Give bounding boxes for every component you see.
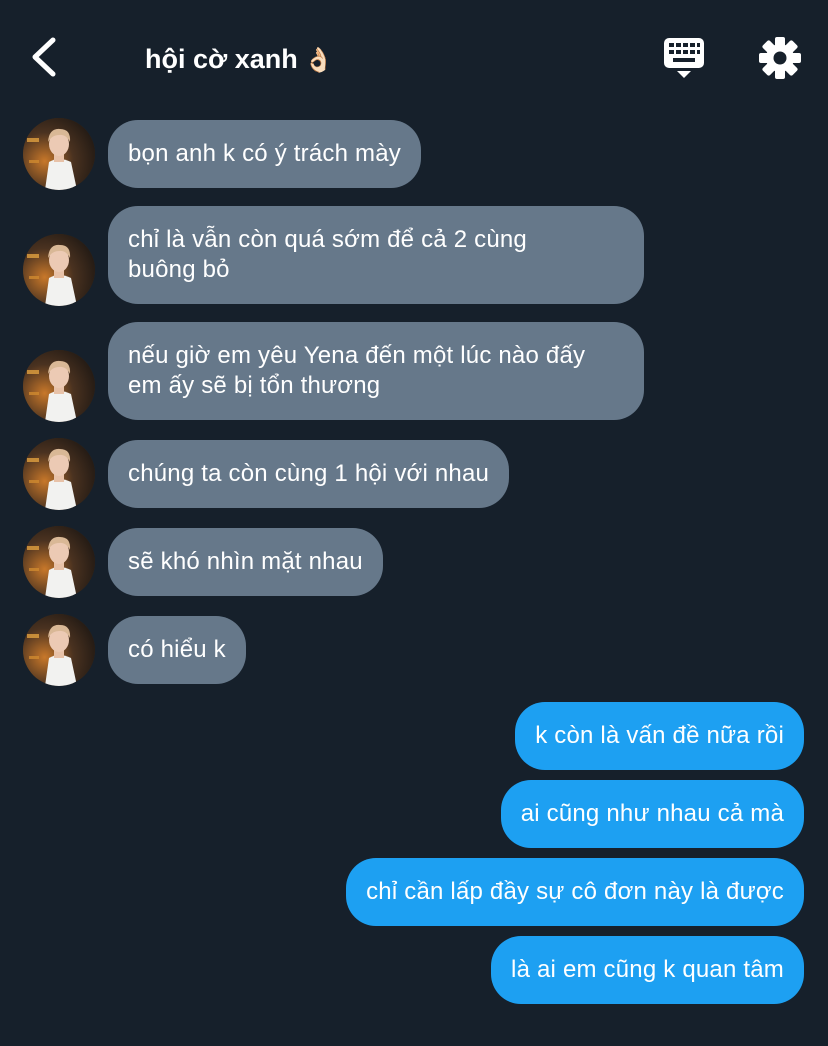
message-bubble-outgoing: chỉ cần lấp đầy sự cô đơn này là được [346, 858, 804, 926]
avatar[interactable] [23, 438, 95, 510]
avatar-photo [23, 438, 95, 510]
message-bubble-incoming: chúng ta còn cùng 1 hội với nhau [108, 440, 510, 508]
avatar-photo [23, 350, 95, 422]
avatar-photo [23, 234, 95, 306]
avatar-photo [23, 526, 95, 598]
keyboard-button[interactable] [660, 34, 708, 82]
back-button[interactable] [22, 30, 66, 84]
avatar-photo [23, 614, 95, 686]
ok-hand-emoji: 👌🏻 [303, 46, 334, 74]
settings-button[interactable] [756, 34, 804, 82]
chat-title: hội cờ xanh 👌🏻 [145, 40, 334, 79]
chat-title-text: hội cờ xanh [145, 44, 298, 74]
message-bubble-incoming: bọn anh k có ý trách mày [108, 120, 421, 188]
avatar-photo [23, 118, 95, 190]
message-bubble-outgoing: k còn là vấn đề nữa rồi [515, 702, 804, 770]
chat-screen: hội cờ xanh 👌🏻 bọn anh k có ý trách mày … [0, 0, 828, 1046]
message-bubble-incoming: có hiểu k [108, 616, 246, 684]
message-bubble-incoming: chỉ là vẫn còn quá sớm để cả 2 cùng buôn… [108, 206, 644, 304]
avatar[interactable] [23, 118, 95, 190]
message-bubble-outgoing: ai cũng như nhau cả mà [500, 780, 804, 848]
chat-header: hội cờ xanh 👌🏻 [0, 0, 828, 110]
message-bubble-outgoing: là ai em cũng k quan tâm [491, 936, 804, 1004]
avatar[interactable] [23, 614, 95, 686]
gear-icon [759, 37, 801, 79]
keyboard-icon [664, 38, 704, 78]
avatar[interactable] [23, 234, 95, 306]
avatar[interactable] [23, 350, 95, 422]
message-bubble-incoming: nếu giờ em yêu Yena đến một lúc nào đấy … [108, 322, 644, 420]
message-bubble-incoming: sẽ khó nhìn mặt nhau [108, 528, 383, 596]
avatar[interactable] [23, 526, 95, 598]
chevron-left-icon [32, 37, 56, 77]
